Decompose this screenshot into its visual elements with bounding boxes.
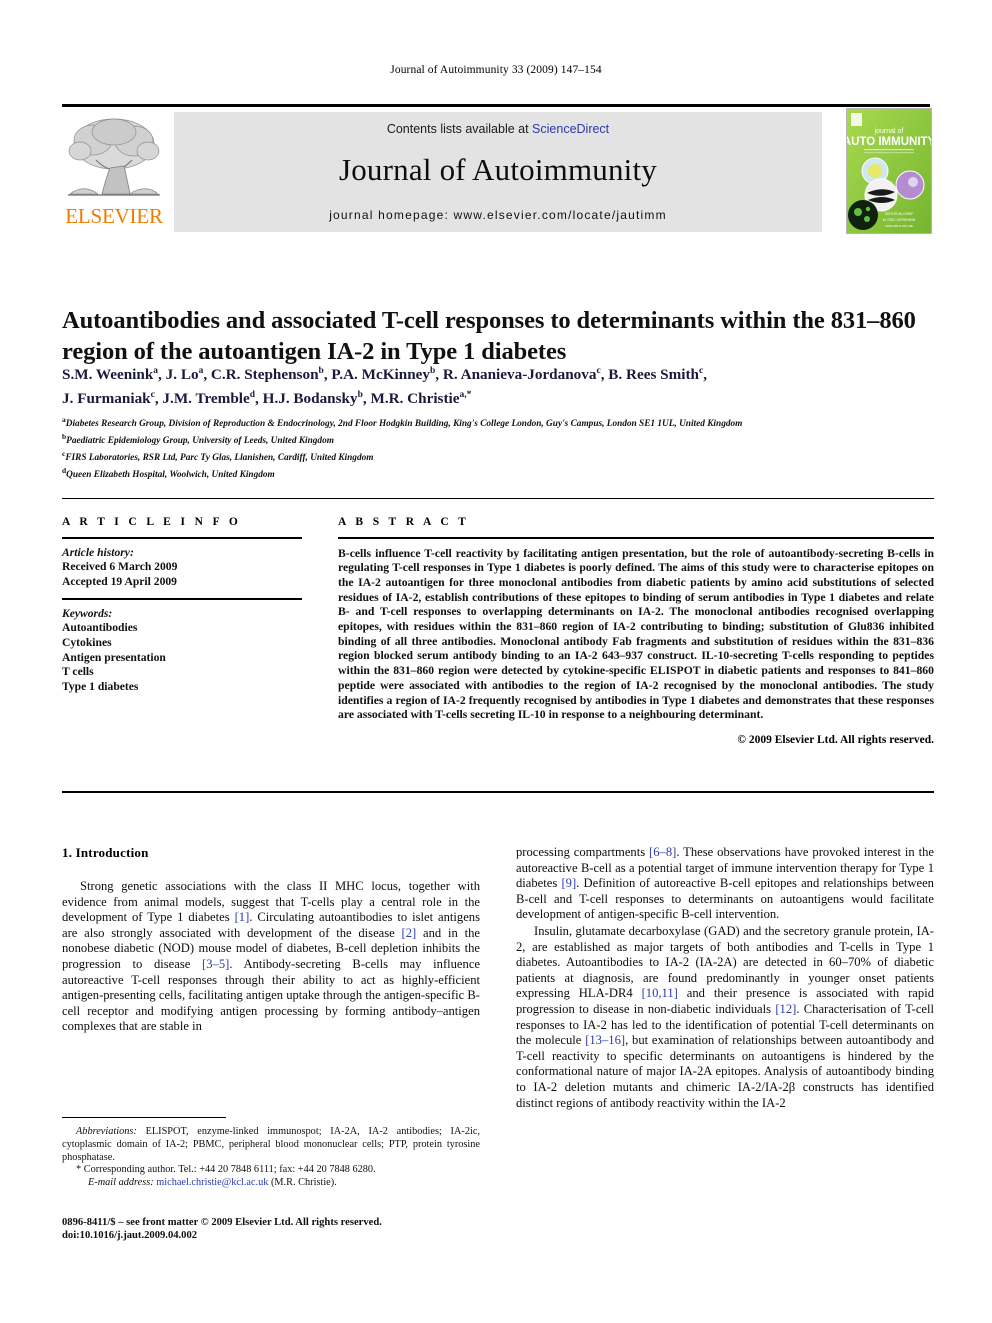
svg-text:EDITOR-IN-CHIEF: EDITOR-IN-CHIEF [885,212,914,216]
citation-ref[interactable]: [13–16] [585,1033,625,1047]
affiliation-text: FIRS Laboratories, RSR Ltd, Parc Ty Glas… [65,452,374,463]
elsevier-tree-icon [66,114,162,202]
abbreviations-label: Abbreviations: [76,1126,137,1137]
affiliation-item: dQueen Elizabeth Hospital, Woolwich, Uni… [62,465,934,482]
keyword-item: Cytokines [62,635,112,649]
keyword-item: T cells [62,665,94,679]
running-head: Journal of Autoimmunity 33 (2009) 147–15… [390,64,602,76]
footnote-rule [62,1117,226,1118]
author-line-2: J. Furmaniakc, J.M. Trembled, H.J. Bodan… [62,390,472,408]
svg-text:AUTO IMMUNITY: AUTO IMMUNITY [847,136,931,148]
journal-title: Journal of Autoimmunity [338,152,658,187]
citation-ref[interactable]: [2] [402,926,417,940]
svg-text:AVAILABLE ONLINE: AVAILABLE ONLINE [885,224,913,228]
journal-cover-thumbnail: journal of AUTO IMMUNITY EDITOR-IN-CHIEF… [846,108,932,234]
cover-artwork: journal of AUTO IMMUNITY EDITOR-IN-CHIEF… [847,109,931,233]
journal-masthead: ELSEVIER Contents lists available at Sci… [62,104,932,234]
keywords-label: Keywords: [62,606,113,620]
affiliation-item: cFIRS Laboratories, RSR Ltd, Parc Ty Gla… [62,448,934,465]
article-history: Article history: Received 6 March 2009 A… [62,546,302,590]
affiliation-text: Paediatric Epidemiology Group, Universit… [66,435,334,446]
citation-ref[interactable]: [9] [561,876,576,890]
imprint-block: 0896-8411/$ – see front matter © 2009 El… [62,1216,480,1242]
body-column-right: processing compartments [6–8]. These obs… [516,845,934,1111]
abbreviations-footnote: Abbreviations: ELISPOT, enzyme-linked im… [62,1126,480,1164]
intro-paragraph-left: Strong genetic associations with the cla… [62,879,481,1034]
affiliation-text: Diabetes Research Group, Division of Rep… [65,419,743,430]
intro-paragraph-right-1: processing compartments [6–8]. These obs… [516,845,934,922]
article-info-block: A R T I C L E I N F O Article history: R… [62,516,302,694]
affiliation-item: bPaediatric Epidemiology Group, Universi… [62,431,934,448]
contents-available-line: Contents lists available at ScienceDirec… [174,122,822,136]
issn-frontmatter-line: 0896-8411/$ – see front matter © 2009 El… [62,1217,382,1228]
citation-ref[interactable]: [10,11] [642,986,678,1000]
corresponding-author-footnote: * Corresponding author. Tel.: +44 20 784… [76,1164,376,1176]
article-history-label: Article history: [62,545,134,559]
keywords-divider [62,598,302,600]
masthead-top-rule [62,104,930,107]
keyword-item: Antigen presentation [62,650,166,664]
doi-line: doi:10.1016/j.jaut.2009.04.002 [62,1230,198,1241]
svg-text:journal of: journal of [874,128,904,135]
abstract-text: B-cells influence T-cell reactivity by f… [338,546,934,722]
author-list: S.M. Weeninka, J. Loa, C.R. Stephensonb,… [62,361,934,409]
page-title: Autoantibodies and associated T-cell res… [62,307,916,366]
contents-prefix: Contents lists available at [386,122,533,136]
paper-page: Journal of Autoimmunity 33 (2009) 147–15… [0,0,992,1323]
abstract-divider [338,537,934,539]
citation-ref[interactable]: [1] [235,910,250,924]
elsevier-logo: ELSEVIER [62,112,166,232]
citation-ref[interactable]: [3–5] [202,957,229,971]
author-line-1: S.M. Weeninka, J. Loa, C.R. Stephensonb,… [62,366,707,384]
tree-drawing [68,118,160,196]
email-link[interactable]: michael.christie@kcl.ac.uk [156,1177,268,1188]
abstract-copyright: © 2009 Elsevier Ltd. All rights reserved… [737,733,934,746]
citation-ref[interactable]: [6–8] [649,845,676,859]
info-block-bottom-rule [62,791,934,793]
abstract-heading: A B S T R A C T [338,516,470,528]
sciencedirect-banner: Contents lists available at ScienceDirec… [174,112,822,232]
body-column-left: 1. Introduction Strong genetic associati… [62,845,480,1035]
sciencedirect-link[interactable]: ScienceDirect [532,122,609,136]
affiliation-text: Queen Elizabeth Hospital, Woolwich, Unit… [66,469,275,480]
keyword-item: Type 1 diabetes [62,679,139,693]
article-info-heading: A R T I C L E I N F O [62,516,242,528]
section-heading-introduction: 1. Introduction [62,845,149,860]
email-owner: (M.R. Christie). [270,1177,337,1189]
article-info-divider [62,537,302,539]
article-received-date: Received 6 March 2009 [62,560,178,574]
affiliation-item: aDiabetes Research Group, Division of Re… [62,414,934,431]
elsevier-wordmark: ELSEVIER [65,204,163,228]
svg-text:M. ERIC GERSHWIN: M. ERIC GERSHWIN [883,218,916,222]
info-block-top-rule [62,498,934,499]
email-footnote: E-mail address: michael.christie@kcl.ac.… [62,1177,480,1190]
keywords-block: Keywords: Autoantibodies Cytokines Antig… [62,607,302,695]
article-accepted-date: Accepted 19 April 2009 [62,574,177,588]
keyword-item: Autoantibodies [62,621,138,635]
journal-homepage-url[interactable]: journal homepage: www.elsevier.com/locat… [174,208,822,222]
abstract-block: A B S T R A C T B-cells influence T-cell… [338,516,934,746]
intro-paragraph-right-2: Insulin, glutamate decarboxylase (GAD) a… [516,923,935,1110]
affiliation-list: aDiabetes Research Group, Division of Re… [62,414,934,482]
citation-ref[interactable]: [12] [775,1002,796,1016]
footnote-block: Abbreviations: ELISPOT, enzyme-linked im… [62,1126,480,1190]
email-label: E-mail address: [88,1177,154,1189]
